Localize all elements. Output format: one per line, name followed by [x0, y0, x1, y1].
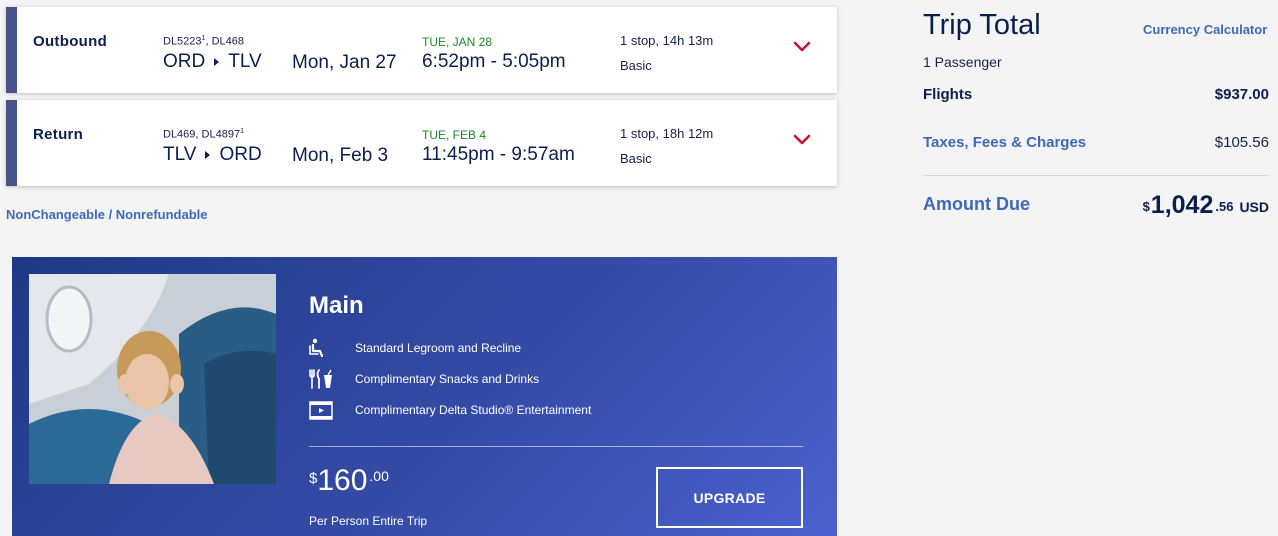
flights-amount: $937.00 [1214, 86, 1269, 103]
origin-code: ORD [163, 51, 206, 72]
feature-label: Complimentary Delta Studio® Entertainmen… [355, 403, 592, 417]
flight-times: 11:45pm - 9:57am [422, 144, 575, 165]
flight-times: 6:52pm - 5:05pm [422, 51, 566, 72]
fare-policy-link[interactable]: NonChangeable / Nonrefundable [6, 207, 208, 222]
currency-calculator-link[interactable]: Currency Calculator [1143, 22, 1267, 37]
flight-card-return: Return DL469, DL48971 TLV ORD Mon, Feb 3… [6, 100, 837, 186]
amount-due-value: $ 1,042 .56 USD [1143, 193, 1269, 218]
arrow-right-icon [214, 58, 220, 66]
stops-duration: 1 stop, 18h 12m [620, 126, 714, 141]
currency-symbol: $ [1142, 199, 1150, 214]
film-icon [309, 400, 335, 420]
upgrade-offer-panel: Main Standard Legroom and Recline Compli… [12, 257, 837, 536]
direction-label: Return [33, 126, 84, 143]
utensils-drink-icon [309, 369, 335, 389]
trip-total-title: Trip Total [923, 9, 1041, 41]
upgrade-button[interactable]: UPGRADE [656, 467, 803, 528]
cabin-photo [29, 274, 276, 484]
fare-class: Basic [620, 58, 652, 73]
divider [309, 446, 803, 447]
route: ORD TLV [163, 51, 262, 73]
feature-label: Standard Legroom and Recline [355, 341, 522, 355]
divider [923, 175, 1269, 176]
stops-duration: 1 stop, 14h 13m [620, 33, 714, 48]
upgrade-price: $ 160 .00 [309, 466, 389, 496]
taxes-fees-link[interactable]: Taxes, Fees & Charges [923, 134, 1086, 151]
flight-numbers: DL469, DL48971 [163, 128, 244, 141]
flight-card-outbound: Outbound DL52231, DL468 ORD TLV Mon, Jan… [6, 7, 837, 93]
price-whole: 160 [317, 464, 368, 497]
arrival-day: TUE, FEB 4 [422, 128, 487, 142]
amount-cents: .56 [1215, 199, 1234, 214]
price-note: Per Person Entire Trip [309, 514, 428, 528]
amount-due-label: Amount Due [923, 194, 1030, 214]
seat-icon [309, 338, 335, 358]
route: TLV ORD [163, 144, 262, 166]
origin-code: TLV [163, 144, 197, 165]
feature-item: Complimentary Delta Studio® Entertainmen… [309, 400, 591, 420]
chevron-down-icon[interactable] [793, 41, 811, 53]
arrival-day: TUE, JAN 28 [422, 35, 493, 49]
cabin-title: Main [309, 292, 364, 319]
destination-code: ORD [219, 144, 262, 165]
destination-code: TLV [228, 51, 262, 72]
feature-item: Complimentary Snacks and Drinks [309, 369, 539, 389]
taxes-amount: $105.56 [1214, 134, 1269, 151]
feature-label: Complimentary Snacks and Drinks [355, 372, 540, 386]
arrow-right-icon [205, 151, 211, 159]
fare-class: Basic [620, 151, 652, 166]
flight-numbers: DL52231, DL468 [163, 35, 244, 48]
depart-date: Mon, Jan 27 [292, 52, 397, 73]
direction-label: Outbound [33, 33, 108, 50]
currency-code: USD [1239, 199, 1269, 215]
currency-symbol: $ [309, 470, 318, 487]
price-cents: .00 [369, 468, 389, 484]
feature-item: Standard Legroom and Recline [309, 338, 521, 358]
flights-label: Flights [923, 86, 973, 103]
chevron-down-icon[interactable] [793, 134, 811, 146]
amount-whole: 1,042 [1150, 191, 1214, 219]
passenger-count: 1 Passenger [923, 54, 1002, 70]
depart-date: Mon, Feb 3 [292, 145, 389, 166]
